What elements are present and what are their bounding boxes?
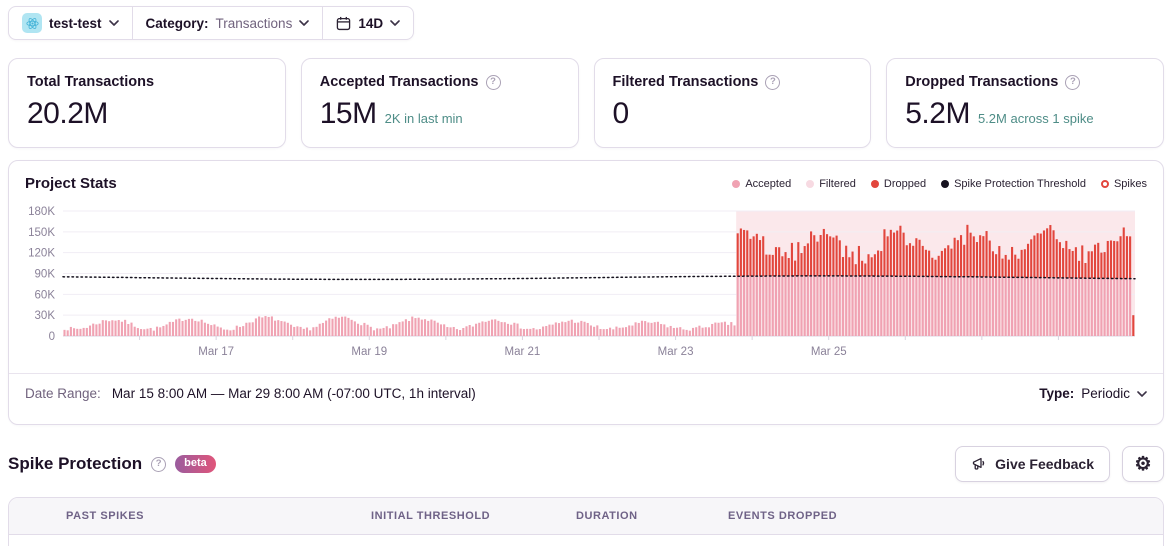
type-label: Type: [1039, 386, 1075, 401]
svg-text:90K: 90K [35, 269, 56, 281]
beta-badge: beta [175, 455, 216, 473]
help-icon[interactable]: ? [765, 74, 781, 90]
card-total-transactions: Total Transactions 20.2M [8, 58, 286, 148]
card-accepted-transactions: Accepted Transactions ? 15M 2K in last m… [300, 58, 579, 148]
svg-text:180K: 180K [28, 206, 55, 218]
card-title: Total Transactions [27, 74, 155, 90]
legend-label: Accepted [745, 177, 792, 190]
megaphone-icon [973, 457, 985, 470]
type-selector[interactable]: Type: Periodic [1039, 386, 1147, 401]
legend-label: Spike Protection Threshold [954, 177, 1086, 190]
category-selector[interactable]: Category: Transactions [133, 7, 323, 39]
help-icon[interactable]: ? [1065, 74, 1081, 90]
stat-cards: Total Transactions 20.2M Accepted Transa… [8, 58, 1164, 148]
help-icon[interactable]: ? [151, 456, 167, 472]
spike-protection-title: Spike Protection [8, 454, 143, 473]
card-value: 20.2M [27, 97, 108, 130]
svg-text:Mar 19: Mar 19 [351, 346, 387, 358]
svg-text:Mar 21: Mar 21 [505, 346, 541, 358]
legend-spike-protection-threshold[interactable]: Spike Protection Threshold [941, 178, 1086, 190]
card-dropped-transactions: Dropped Transactions ? 5.2M 5.2M across … [886, 58, 1164, 148]
chart-title: Project Stats [25, 175, 117, 192]
card-value: 5.2M [905, 97, 970, 130]
project-avatar-icon [22, 13, 42, 33]
chevron-down-icon [1137, 390, 1147, 397]
legend-dot-icon [870, 179, 879, 188]
legend-spikes[interactable]: Spikes [1100, 177, 1147, 190]
legend-label: Dropped [883, 177, 927, 190]
card-value: 15M [319, 97, 377, 130]
chevron-down-icon [108, 20, 119, 26]
project-stats-panel: Project Stats Accepted Filtered Dropped Spi… [8, 160, 1164, 425]
filters-pill: test-test Category: Transactions 14D [8, 6, 415, 40]
col-initial-threshold: Initial Threshold [371, 510, 491, 522]
svg-text:150K: 150K [28, 227, 55, 239]
svg-text:120K: 120K [28, 248, 55, 260]
card-value: 0 [612, 97, 630, 130]
svg-text:30K: 30K [35, 310, 56, 322]
legend-filtered[interactable]: Filtered [806, 178, 856, 190]
legend-dropped[interactable]: Dropped [870, 177, 927, 190]
legend-dot-icon [941, 179, 950, 188]
table-header-row: Past Spikes Initial Threshold Duration E… [9, 498, 1163, 535]
chevron-down-icon [299, 20, 310, 26]
svg-text:Mar 25: Mar 25 [811, 346, 847, 358]
date-range-value: 14D [358, 15, 384, 31]
category-label: Category: [145, 15, 209, 31]
col-duration: Duration [576, 510, 638, 522]
calendar-icon [337, 16, 351, 30]
date-range-label: Date Range: [25, 386, 101, 401]
card-filtered-transactions: Filtered Transactions ? 0 [593, 58, 872, 148]
col-events-dropped: Events Dropped [728, 510, 838, 522]
page-controls: test-test Category: Transactions 14D [8, 6, 1164, 40]
legend-label: Spikes [1113, 177, 1147, 190]
settings-button[interactable]: ⚙ [1122, 446, 1164, 482]
card-title: Dropped Transactions [905, 74, 1059, 90]
category-value: Transactions [215, 15, 293, 31]
give-feedback-label: Give Feedback [995, 456, 1094, 472]
col-past-spikes: Past Spikes [66, 510, 144, 522]
svg-text:Mar 17: Mar 17 [198, 346, 234, 358]
table-row [9, 535, 1163, 546]
give-feedback-button[interactable]: Give Feedback [955, 446, 1110, 482]
spikes-ring-icon [1100, 179, 1109, 188]
gear-icon: ⚙ [1134, 453, 1152, 475]
project-name: test-test [49, 15, 102, 31]
legend-label: Filtered [819, 177, 856, 190]
card-subtext: 2K in last min [384, 111, 463, 126]
card-title: Accepted Transactions [319, 74, 479, 90]
legend-dot-icon [806, 179, 815, 188]
type-value: Periodic [1081, 386, 1130, 401]
chart-footer: Date Range: Mar 15 8:00 AM — Mar 29 8:00… [9, 373, 1163, 413]
project-selector[interactable]: test-test [9, 7, 132, 39]
project-stats-chart: 0 30K 60K 90K 120K 150K 180K Mar 17 Mar 19 Mar 21… [28, 206, 1136, 358]
svg-text:0: 0 [49, 331, 55, 343]
date-range-text: Mar 15 8:00 AM — Mar 29 8:00 AM (-07:00 … [111, 386, 476, 401]
spike-protection-header: Spike Protection ? beta Give Feedback ⚙ [8, 445, 1164, 483]
legend-dot-icon [732, 179, 741, 188]
svg-text:60K: 60K [35, 289, 56, 301]
date-range-selector[interactable]: 14D [323, 7, 413, 39]
chevron-down-icon [390, 20, 400, 26]
svg-text:Mar 23: Mar 23 [658, 346, 694, 358]
card-title: Filtered Transactions [612, 74, 759, 90]
legend-accepted[interactable]: Accepted [732, 178, 791, 190]
card-subtext: 5.2M across 1 spike [977, 111, 1094, 126]
chart-legend: Accepted Filtered Dropped Spike Protection … [732, 178, 1147, 190]
help-icon[interactable]: ? [485, 74, 501, 90]
past-spikes-table: Past Spikes Initial Threshold Duration E… [8, 497, 1164, 546]
